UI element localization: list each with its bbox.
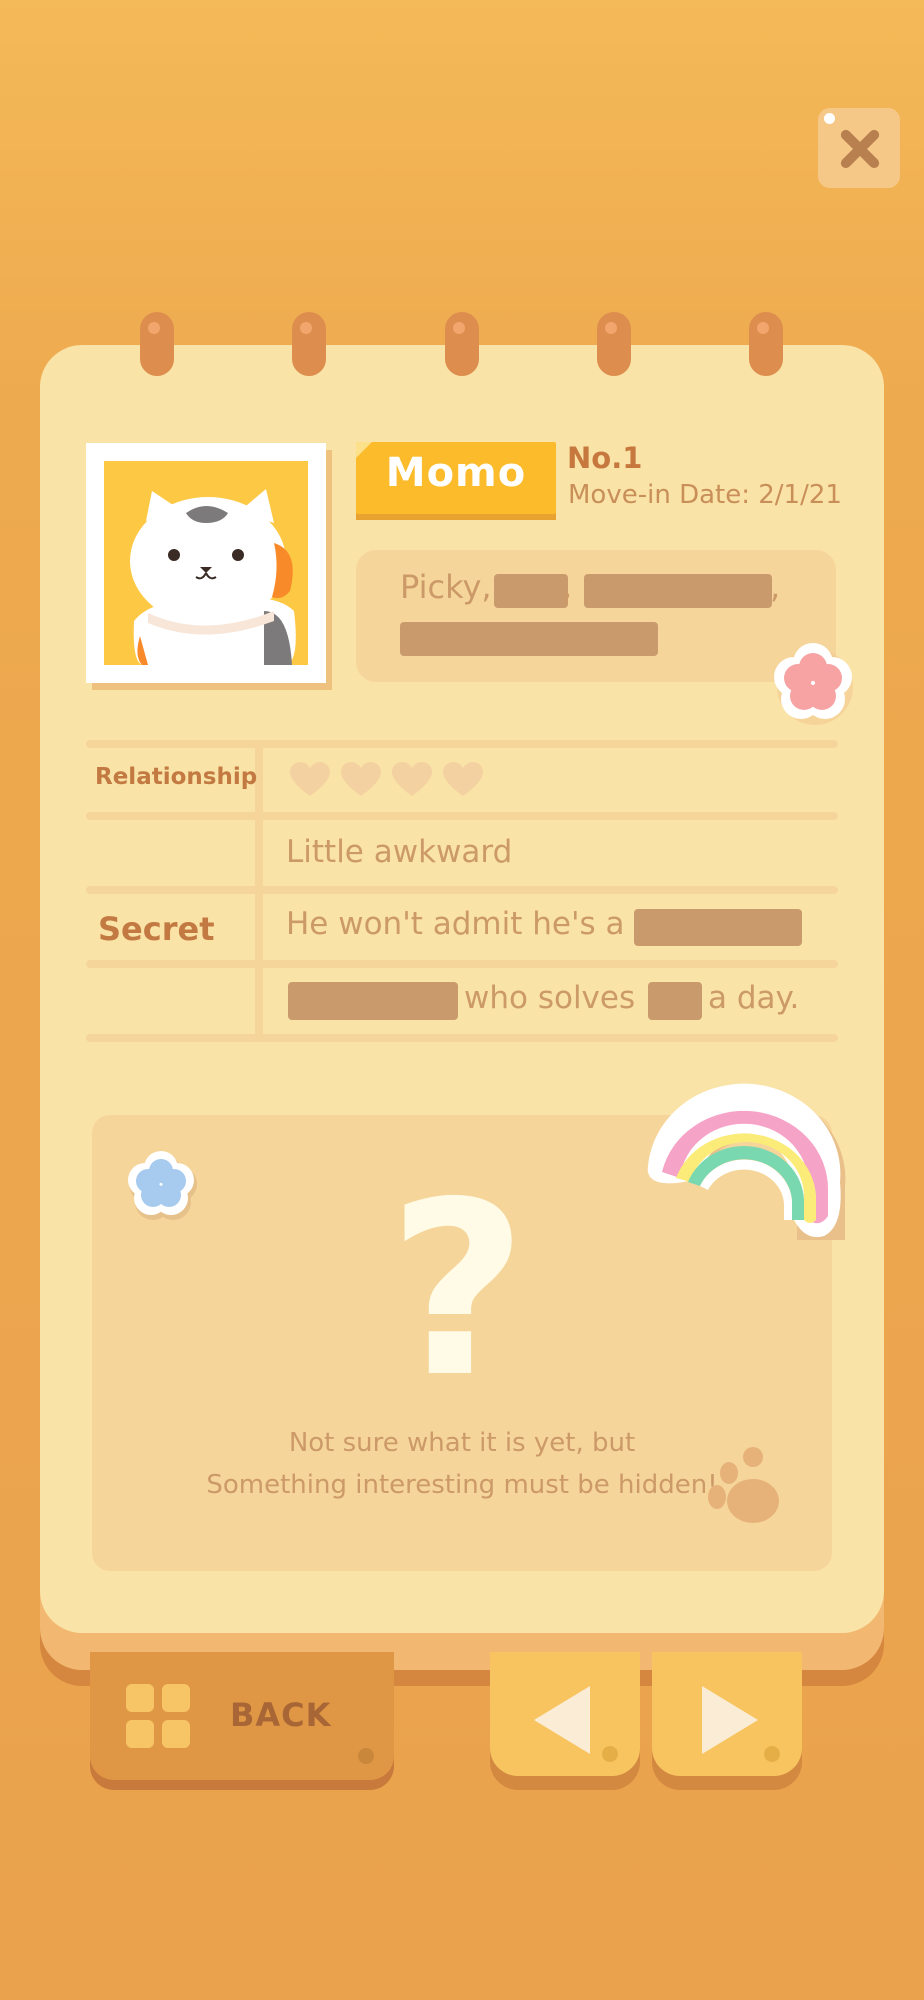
- redacted-secret: [634, 909, 802, 946]
- cat-name: Momo: [385, 450, 527, 496]
- close-button-shine: [824, 113, 835, 124]
- trait-separator: ,: [770, 568, 781, 606]
- rainbow-sticker-icon: [647, 1083, 846, 1240]
- cat-portrait: [104, 461, 308, 665]
- table-divider: [86, 1034, 838, 1042]
- heart-icon: [290, 762, 330, 796]
- secret-line-2a: who solves: [464, 980, 636, 1016]
- binder-ring: [749, 312, 783, 376]
- question-mark-icon: ?: [388, 1150, 528, 1430]
- move-in-date: Move-in Date: 2/1/21: [568, 480, 842, 510]
- heart-icon: [341, 762, 382, 796]
- binder-ring: [140, 312, 174, 376]
- relationship-label: Relationship: [95, 764, 258, 790]
- heart-icon: [443, 762, 484, 796]
- binder-ring: [292, 312, 326, 376]
- grid-menu-icon: [126, 1684, 190, 1748]
- redacted-trait: [400, 622, 658, 656]
- arrow-left-icon: [534, 1686, 590, 1754]
- prev-button[interactable]: [490, 1652, 640, 1776]
- trait-separator: ,: [562, 568, 573, 606]
- paw-print-icon: [708, 1447, 779, 1523]
- table-divider: [86, 960, 838, 968]
- trait-visible: Picky,: [400, 568, 492, 606]
- arrow-right-icon: [702, 1686, 758, 1754]
- binder-ring: [597, 312, 631, 376]
- redacted-secret: [648, 982, 702, 1020]
- flower-sticker-icon: [774, 643, 853, 725]
- binder-ring: [445, 312, 479, 376]
- button-dot: [602, 1746, 618, 1762]
- secret-label: Secret: [98, 910, 215, 948]
- cat-icon: [130, 489, 296, 665]
- back-button[interactable]: BACK: [90, 1652, 394, 1780]
- redacted-secret: [288, 982, 458, 1020]
- back-label: BACK: [230, 1696, 332, 1734]
- cat-number: No.1: [567, 441, 643, 475]
- name-plate: Momo: [356, 442, 556, 514]
- heart-icon: [392, 762, 433, 796]
- table-divider: [86, 740, 838, 748]
- blue-flower-sticker-icon: [128, 1151, 197, 1220]
- table-column-divider: [255, 748, 263, 1038]
- button-dot: [764, 1746, 780, 1762]
- relationship-hearts: [290, 762, 489, 802]
- traits-box: Picky, , ,: [356, 550, 836, 682]
- redacted-trait: [584, 574, 772, 608]
- next-button[interactable]: [652, 1652, 802, 1776]
- redacted-trait: [494, 574, 568, 608]
- table-divider: [86, 886, 838, 894]
- secret-line-1: He won't admit he's a: [286, 906, 625, 942]
- secret-line-2b: a day.: [708, 980, 800, 1016]
- relationship-status: Little awkward: [286, 834, 513, 870]
- button-dot: [358, 1748, 374, 1764]
- close-button[interactable]: [818, 108, 900, 188]
- table-divider: [86, 812, 838, 820]
